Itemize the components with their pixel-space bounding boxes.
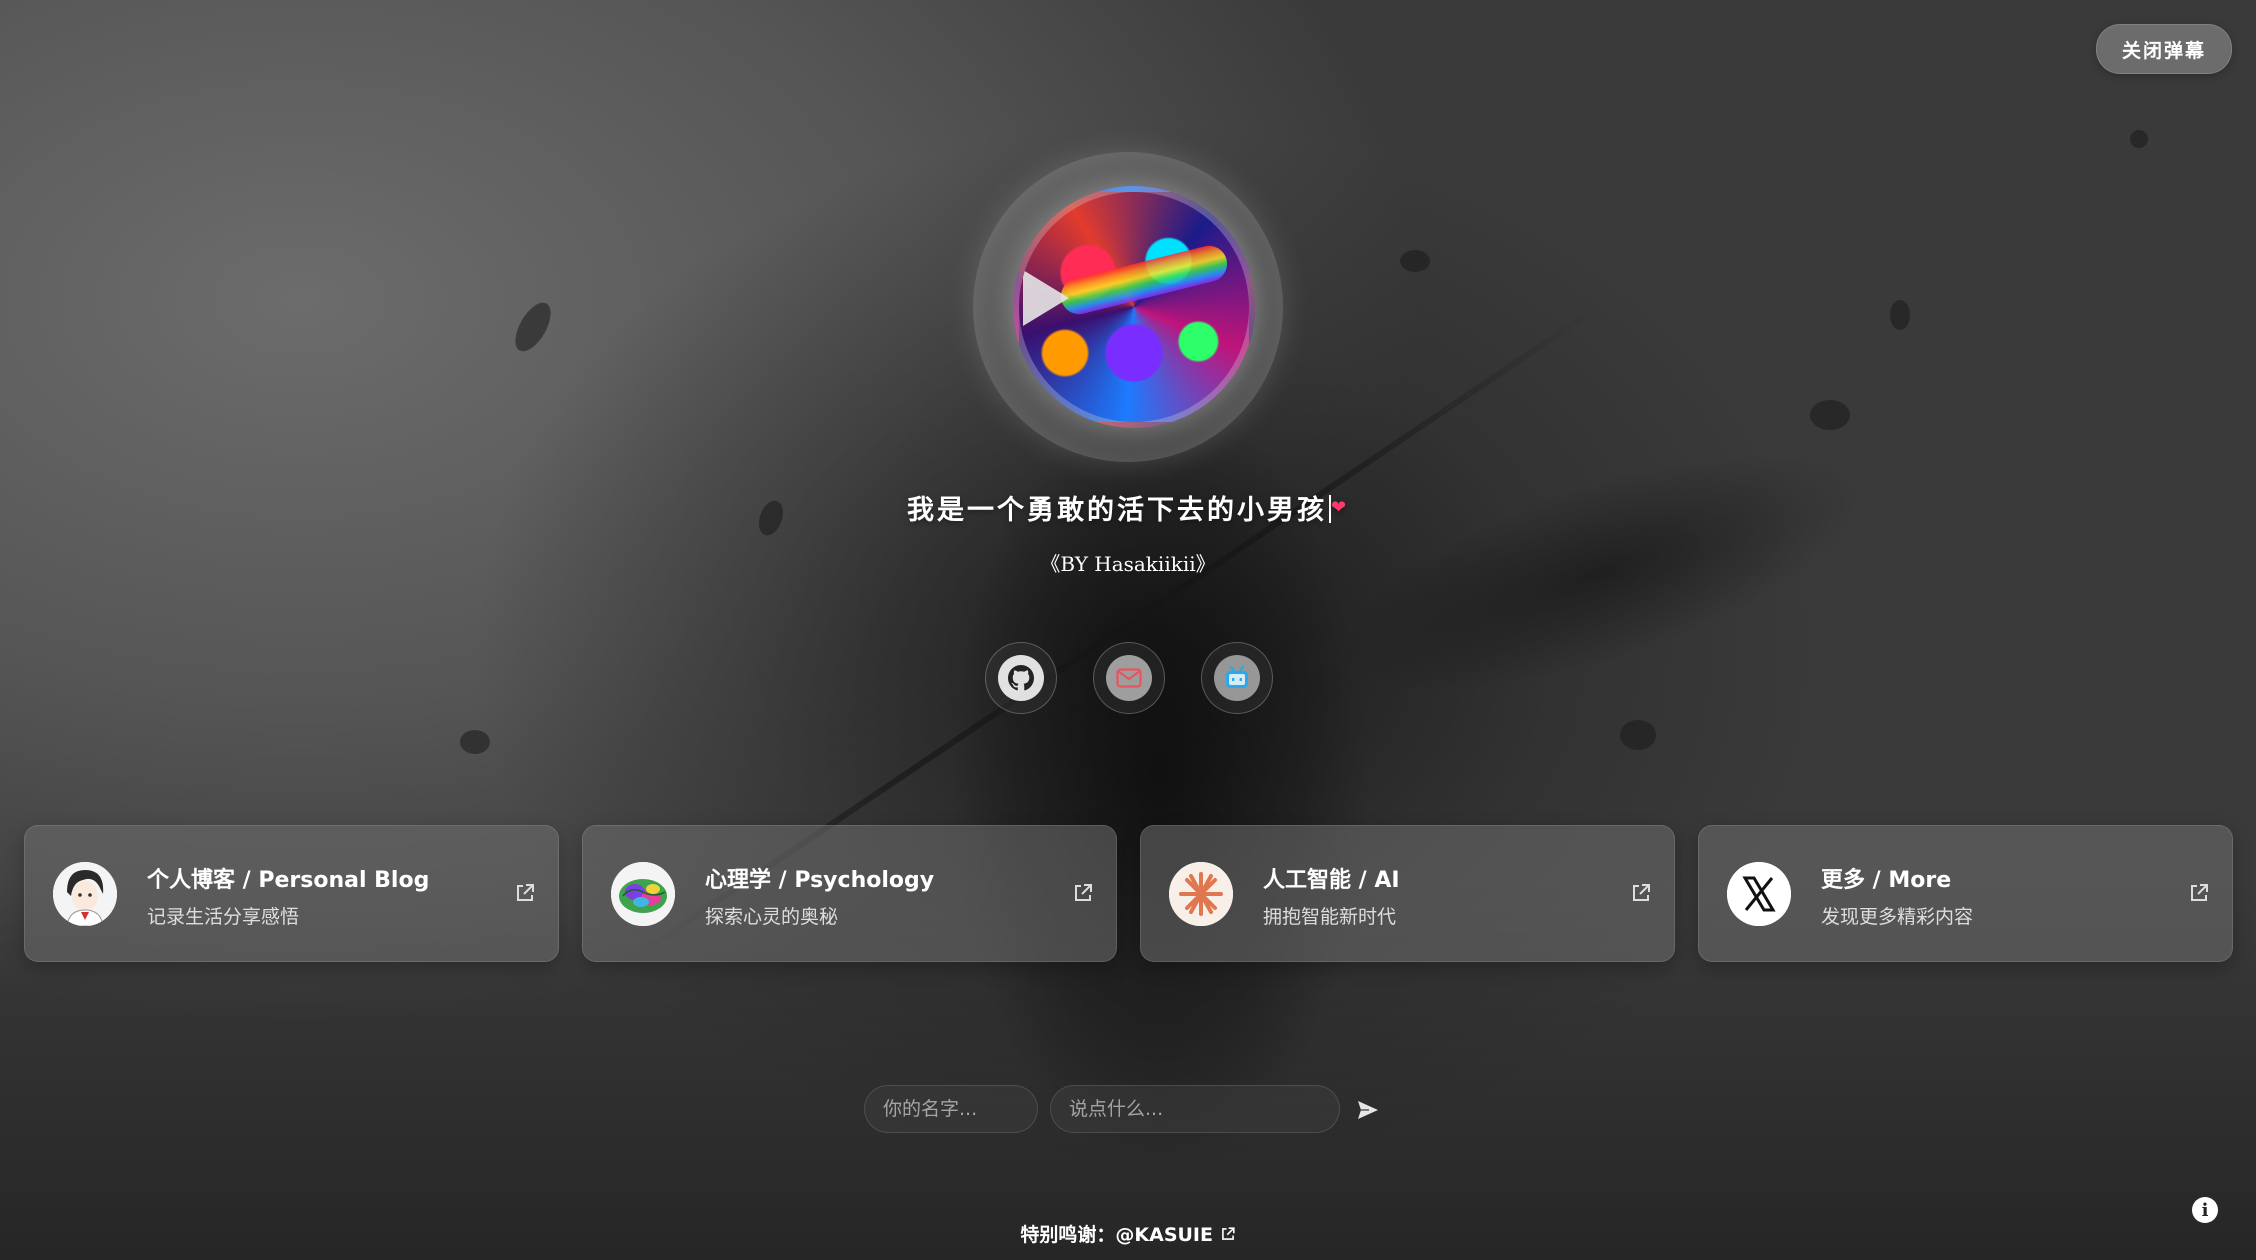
card-psychology[interactable]: 心理学 / Psychology 探索心灵的奥秘 — [582, 825, 1117, 962]
external-link-icon — [2191, 884, 2208, 901]
headline: 我是一个勇敢的活下去的小男孩 ❤ — [0, 488, 2256, 527]
heart-icon: ❤ — [1330, 497, 1350, 518]
external-link-icon — [517, 884, 534, 901]
background-speck — [460, 730, 490, 754]
card-subtitle: 探索心灵的奥秘 — [705, 906, 839, 928]
bilibili-icon — [1214, 655, 1260, 701]
blog-avatar-icon — [53, 862, 117, 926]
send-icon — [1358, 1101, 1378, 1119]
card-ai[interactable]: 人工智能 / AI 拥抱智能新时代 — [1140, 825, 1675, 962]
credits-prefix: 特别鸣谢： — [1020, 1224, 1116, 1246]
card-personal-blog[interactable]: 个人博客 / Personal Blog 记录生活分享感悟 — [24, 825, 559, 962]
avatar[interactable] — [1013, 186, 1255, 428]
info-icon[interactable]: i — [2192, 1197, 2218, 1223]
close-danmaku-button[interactable]: 关闭弹幕 — [2096, 24, 2232, 74]
message-input[interactable] — [1050, 1085, 1340, 1133]
card-more[interactable]: 更多 / More 发现更多精彩内容 — [1698, 825, 2233, 962]
brain-icon — [611, 862, 675, 926]
card-title: 更多 / More — [1821, 868, 1952, 893]
avatar-rainbow — [1057, 241, 1231, 319]
background-speck — [1400, 250, 1430, 272]
headline-text: 我是一个勇敢的活下去的小男孩 — [906, 495, 1327, 526]
card-title: 个人博客 / Personal Blog — [147, 868, 430, 893]
github-icon — [998, 655, 1044, 701]
send-button[interactable] — [1350, 1092, 1386, 1128]
mail-icon — [1106, 655, 1152, 701]
claude-spark-icon — [1169, 862, 1233, 926]
background-speck — [1810, 400, 1850, 430]
external-link-icon — [1633, 884, 1650, 901]
card-subtitle: 拥抱智能新时代 — [1263, 906, 1397, 928]
name-input[interactable] — [864, 1085, 1038, 1133]
bilibili-link[interactable] — [1201, 642, 1273, 714]
email-link[interactable] — [1093, 642, 1165, 714]
byline: 《BY Hasakiikii》 — [1040, 552, 1216, 576]
background-speck — [2130, 130, 2148, 148]
credits: 特别鸣谢：@KASUIE — [0, 1220, 2256, 1247]
github-link[interactable] — [985, 642, 1057, 714]
avatar-prism — [1023, 270, 1069, 326]
external-link-icon[interactable] — [1220, 1226, 1236, 1242]
credits-link[interactable]: @KASUIE — [1115, 1224, 1213, 1246]
card-title: 心理学 / Psychology — [705, 868, 935, 893]
x-logo-icon — [1727, 862, 1791, 926]
background-speck — [1620, 720, 1656, 750]
card-title: 人工智能 / AI — [1263, 868, 1400, 893]
page: 关闭弹幕 我是一个勇敢的活下去的小男孩 ❤ 《BY Hasakiikii》 个人博… — [0, 0, 2256, 1260]
external-link-icon — [1075, 884, 1092, 901]
background-speck — [1890, 300, 1910, 330]
card-subtitle: 记录生活分享感悟 — [147, 906, 300, 928]
background-speck — [508, 297, 558, 357]
card-subtitle: 发现更多精彩内容 — [1821, 906, 1974, 928]
